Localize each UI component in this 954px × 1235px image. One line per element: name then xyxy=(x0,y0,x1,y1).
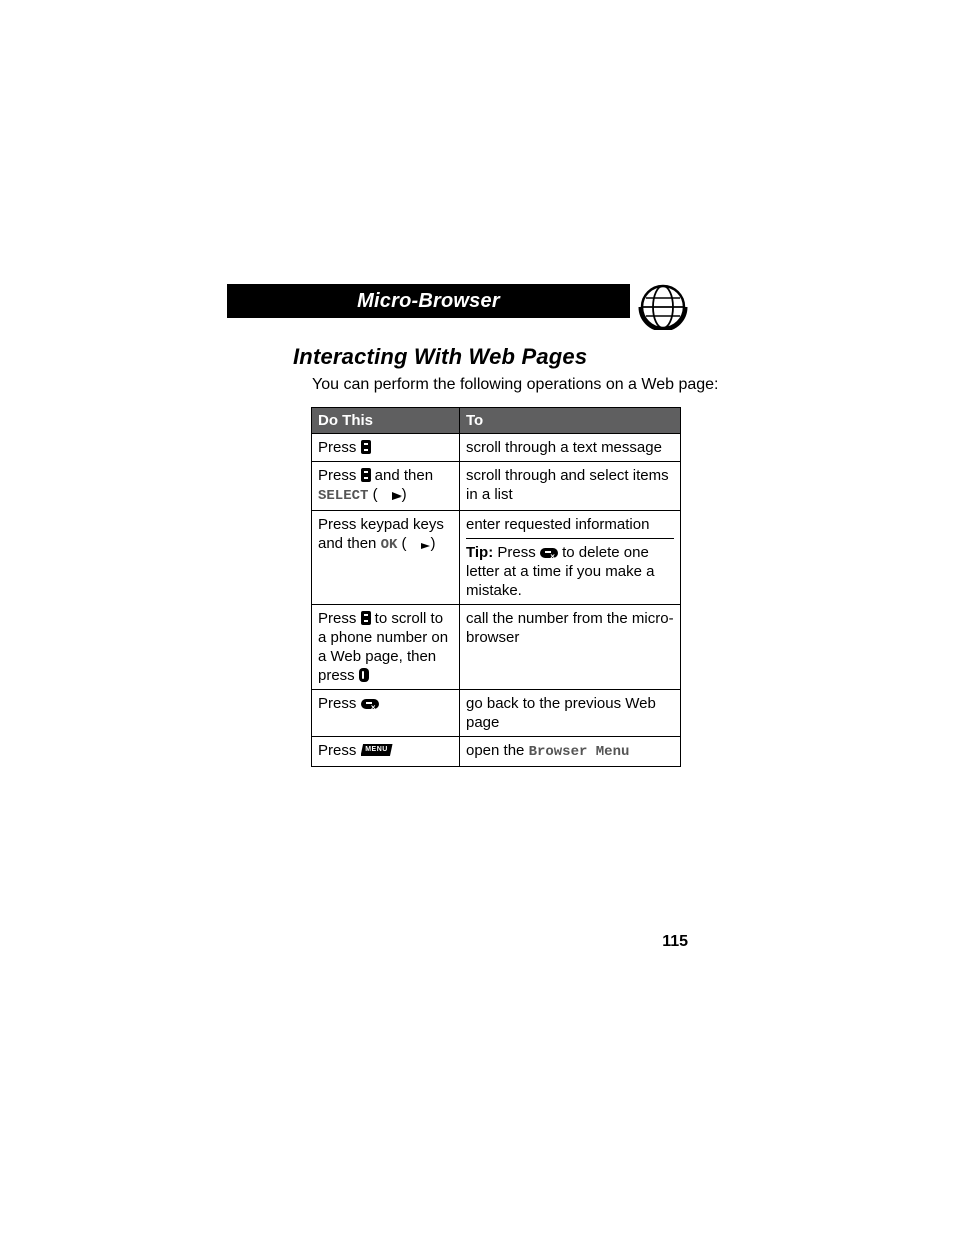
result-cell: scroll through and select items in a lis… xyxy=(460,462,681,511)
clear-key-icon: × xyxy=(361,699,379,709)
browser-menu-label: Browser Menu xyxy=(529,744,630,760)
table-row: Press scroll through a text message xyxy=(312,434,681,462)
result-cell: call the number from the micro-browser xyxy=(460,605,681,690)
col-header-action: Do This xyxy=(312,408,460,434)
action-cell: Press xyxy=(312,434,460,462)
softkey-icon xyxy=(378,489,402,501)
table-row: Press to scroll to a phone number on a W… xyxy=(312,605,681,690)
nav-key-icon xyxy=(361,440,371,454)
col-header-result: To xyxy=(460,408,681,434)
ok-label: OK xyxy=(381,537,398,553)
result-cell: enter requested information Tip: Press ×… xyxy=(460,511,681,605)
result-cell: scroll through a text message xyxy=(460,434,681,462)
operations-table: Do This To Press scroll through a text m… xyxy=(311,407,681,767)
page: Micro-Browser Interacting With Web Pages… xyxy=(0,0,954,1235)
action-cell: Press × xyxy=(312,690,460,737)
action-cell: Press MENU xyxy=(312,737,460,767)
intro-text: You can perform the following operations… xyxy=(312,376,719,394)
action-cell: Press and then SELECT () xyxy=(312,462,460,511)
action-cell: Press to scroll to a phone number on a W… xyxy=(312,605,460,690)
tip-block: Tip: Press × to delete one letter at a t… xyxy=(466,538,674,600)
table-row: Press MENU open the Browser Menu xyxy=(312,737,681,767)
result-cell: go back to the previous Web page xyxy=(460,690,681,737)
select-label: SELECT xyxy=(318,488,368,504)
softkey-icon xyxy=(407,538,431,550)
nav-key-icon xyxy=(361,611,371,625)
table-row: Press × go back to the previous Web page xyxy=(312,690,681,737)
result-cell: open the Browser Menu xyxy=(460,737,681,767)
page-number: 115 xyxy=(662,933,688,951)
section-heading: Interacting With Web Pages xyxy=(293,344,587,370)
nav-key-icon xyxy=(361,468,371,482)
clear-key-icon: × xyxy=(540,548,558,558)
send-key-icon xyxy=(359,668,369,682)
globe-icon xyxy=(638,284,688,330)
table-row: Press and then SELECT () scroll through … xyxy=(312,462,681,511)
menu-key-icon: MENU xyxy=(361,744,393,756)
chapter-header: Micro-Browser xyxy=(227,284,630,318)
tip-label: Tip: xyxy=(466,544,493,561)
table-row: Press keypad keys and then OK () enter r… xyxy=(312,511,681,605)
action-cell: Press keypad keys and then OK () xyxy=(312,511,460,605)
